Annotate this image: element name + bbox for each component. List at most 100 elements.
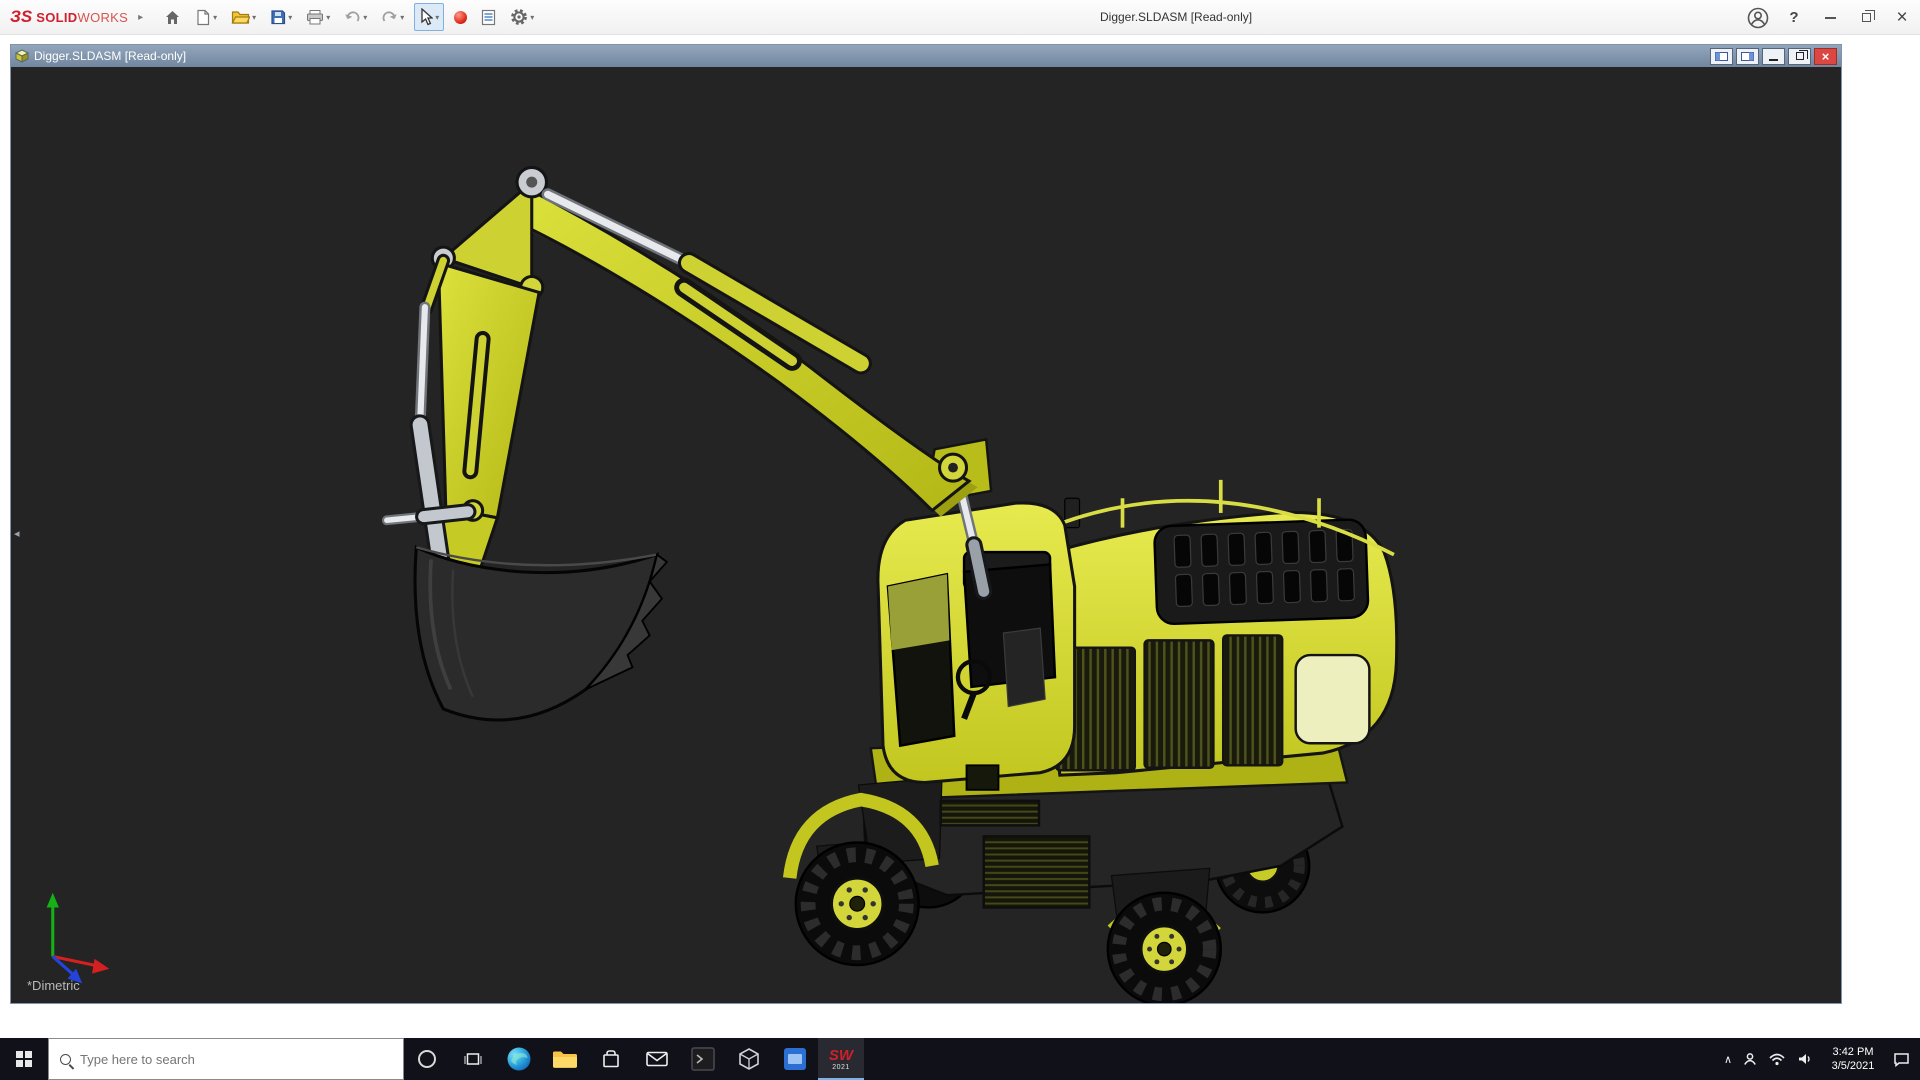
home-icon [166,10,180,24]
graphics-viewport[interactable]: ◂ *Dimetric [11,67,1841,1003]
edge-button[interactable] [496,1038,542,1080]
restore-button[interactable] [1848,0,1884,35]
mail-button[interactable] [634,1038,680,1080]
doc-close-button[interactable]: × [1814,47,1837,65]
dropdown-caret-icon[interactable]: ▾ [326,13,330,22]
close-icon: × [1896,7,1908,28]
dropdown-caret-icon[interactable]: ▾ [252,13,256,22]
doc-minimize-button[interactable] [1762,47,1785,65]
windows-logo-icon [16,1051,32,1067]
document-window: Digger.SLDASM [Read-only] × ◂ *Dimetric [10,44,1842,1004]
store-button[interactable] [588,1038,634,1080]
cortana-icon [418,1050,436,1068]
split-view-right-button[interactable] [1736,47,1759,65]
cortana-button[interactable] [404,1038,450,1080]
3d-cube-icon [739,1048,759,1070]
start-button[interactable] [0,1038,48,1080]
select-cursor-icon [421,8,434,26]
dropdown-caret-icon[interactable]: ▾ [530,13,534,22]
task-view-icon [464,1053,482,1065]
open-button[interactable]: ▾ [227,3,260,31]
doc-restore-button[interactable] [1788,47,1811,65]
undo-icon [345,10,360,22]
print-icon [307,10,324,25]
minimize-icon [1824,16,1836,19]
3d-viewer-button[interactable] [726,1038,772,1080]
store-icon [603,1050,619,1068]
window-title: Digger.SLDASM [Read-only] [1100,10,1253,24]
help-button[interactable]: ? [1776,0,1812,35]
document-title: Digger.SLDASM [Read-only] [34,49,187,63]
volume-icon[interactable] [1797,1052,1813,1066]
doc-restore-icon [1795,49,1808,60]
print-button[interactable]: ▾ [302,3,334,31]
view-orientation-label: *Dimetric [27,978,80,993]
solidworks-logo: ЗS SOLID WORKS [10,7,128,27]
taskbar-clock[interactable]: 3:42 PM 3/5/2021 [1824,1045,1882,1073]
save-icon [271,10,286,25]
clock-date: 3/5/2021 [1831,1060,1875,1072]
mail-icon [646,1051,668,1067]
wifi-icon[interactable] [1768,1052,1786,1066]
feature-tree-collapse-arrow[interactable]: ◂ [14,527,20,540]
boom-arm [502,185,978,517]
help-icon: ? [1789,9,1799,26]
rear-wheel [1106,891,1222,1003]
media-app-button[interactable] [772,1038,818,1080]
task-view-button[interactable] [450,1038,496,1080]
solidworks-app-button[interactable]: SW 2021 [818,1038,864,1080]
new-document-icon [197,9,210,25]
orientation-triad[interactable] [46,892,110,984]
render-sphere-icon [454,10,468,24]
windows-taskbar: SW 2021 ∧ 3:42 PM 3/5/2021 [0,1038,1920,1080]
close-button[interactable]: × [1884,0,1920,35]
edge-icon [507,1047,531,1071]
settings-button[interactable]: ▾ [506,3,538,31]
redo-icon [382,10,398,22]
ds-logo-icon: ЗS [10,7,33,26]
account-icon [1747,7,1769,28]
terminal-icon [691,1047,715,1071]
brand-works: WORKS [77,10,129,25]
dropdown-caret-icon[interactable]: ▾ [213,13,217,22]
contacts-tray-icon[interactable] [1743,1052,1757,1066]
action-center-icon[interactable] [1893,1052,1910,1067]
search-input[interactable] [80,1051,370,1067]
hidden-icons-chevron[interactable]: ∧ [1724,1053,1732,1066]
account-button[interactable] [1740,0,1776,35]
dropdown-caret-icon[interactable]: ▾ [363,13,367,22]
taskbar-search[interactable] [48,1038,404,1080]
clock-time: 3:42 PM [1832,1046,1874,1058]
render-tool-button[interactable] [450,3,471,31]
properties-button[interactable] [477,3,500,31]
media-app-icon [784,1048,806,1070]
quick-access-toolbar: ▾ ▾ ▾ ▾ ▾ ▾ ▾ ▾ [157,0,541,34]
redo-button[interactable]: ▾ [377,3,408,31]
file-explorer-icon [553,1051,577,1068]
split-view-left-button[interactable] [1710,47,1733,65]
engine-housing [1048,479,1399,777]
brand-solid: SOLID [36,10,78,25]
document-titlebar[interactable]: Digger.SLDASM [Read-only] × [11,45,1841,67]
properties-icon [482,9,496,25]
dropdown-caret-icon[interactable]: ▾ [400,13,404,22]
doc-close-icon: × [1821,48,1830,64]
terminal-button[interactable] [680,1038,726,1080]
home-button[interactable] [160,3,185,31]
doc-minimize-icon [1769,58,1778,61]
front-wheel [794,841,920,967]
dropdown-caret-icon[interactable]: ▾ [288,13,292,22]
undo-button[interactable]: ▾ [340,3,371,31]
select-tool-button[interactable]: ▾ [414,3,445,31]
save-button[interactable]: ▾ [266,3,296,31]
solidworks-app-icon: SW 2021 [828,1046,854,1071]
split-view-right-icon [1741,51,1754,61]
app-titlebar: ЗS SOLID WORKS ▸ ▾ ▾ ▾ ▾ ▾ ▾ ▾ ▾ Digger.… [0,0,1920,35]
minimize-button[interactable] [1812,0,1848,35]
excavator-3d-model[interactable] [11,67,1841,1003]
file-explorer-button[interactable] [542,1038,588,1080]
dropdown-caret-icon[interactable]: ▾ [435,13,439,22]
menu-expand-icon[interactable]: ▸ [138,12,143,23]
open-folder-icon [231,11,251,24]
new-document-button[interactable]: ▾ [191,3,221,31]
